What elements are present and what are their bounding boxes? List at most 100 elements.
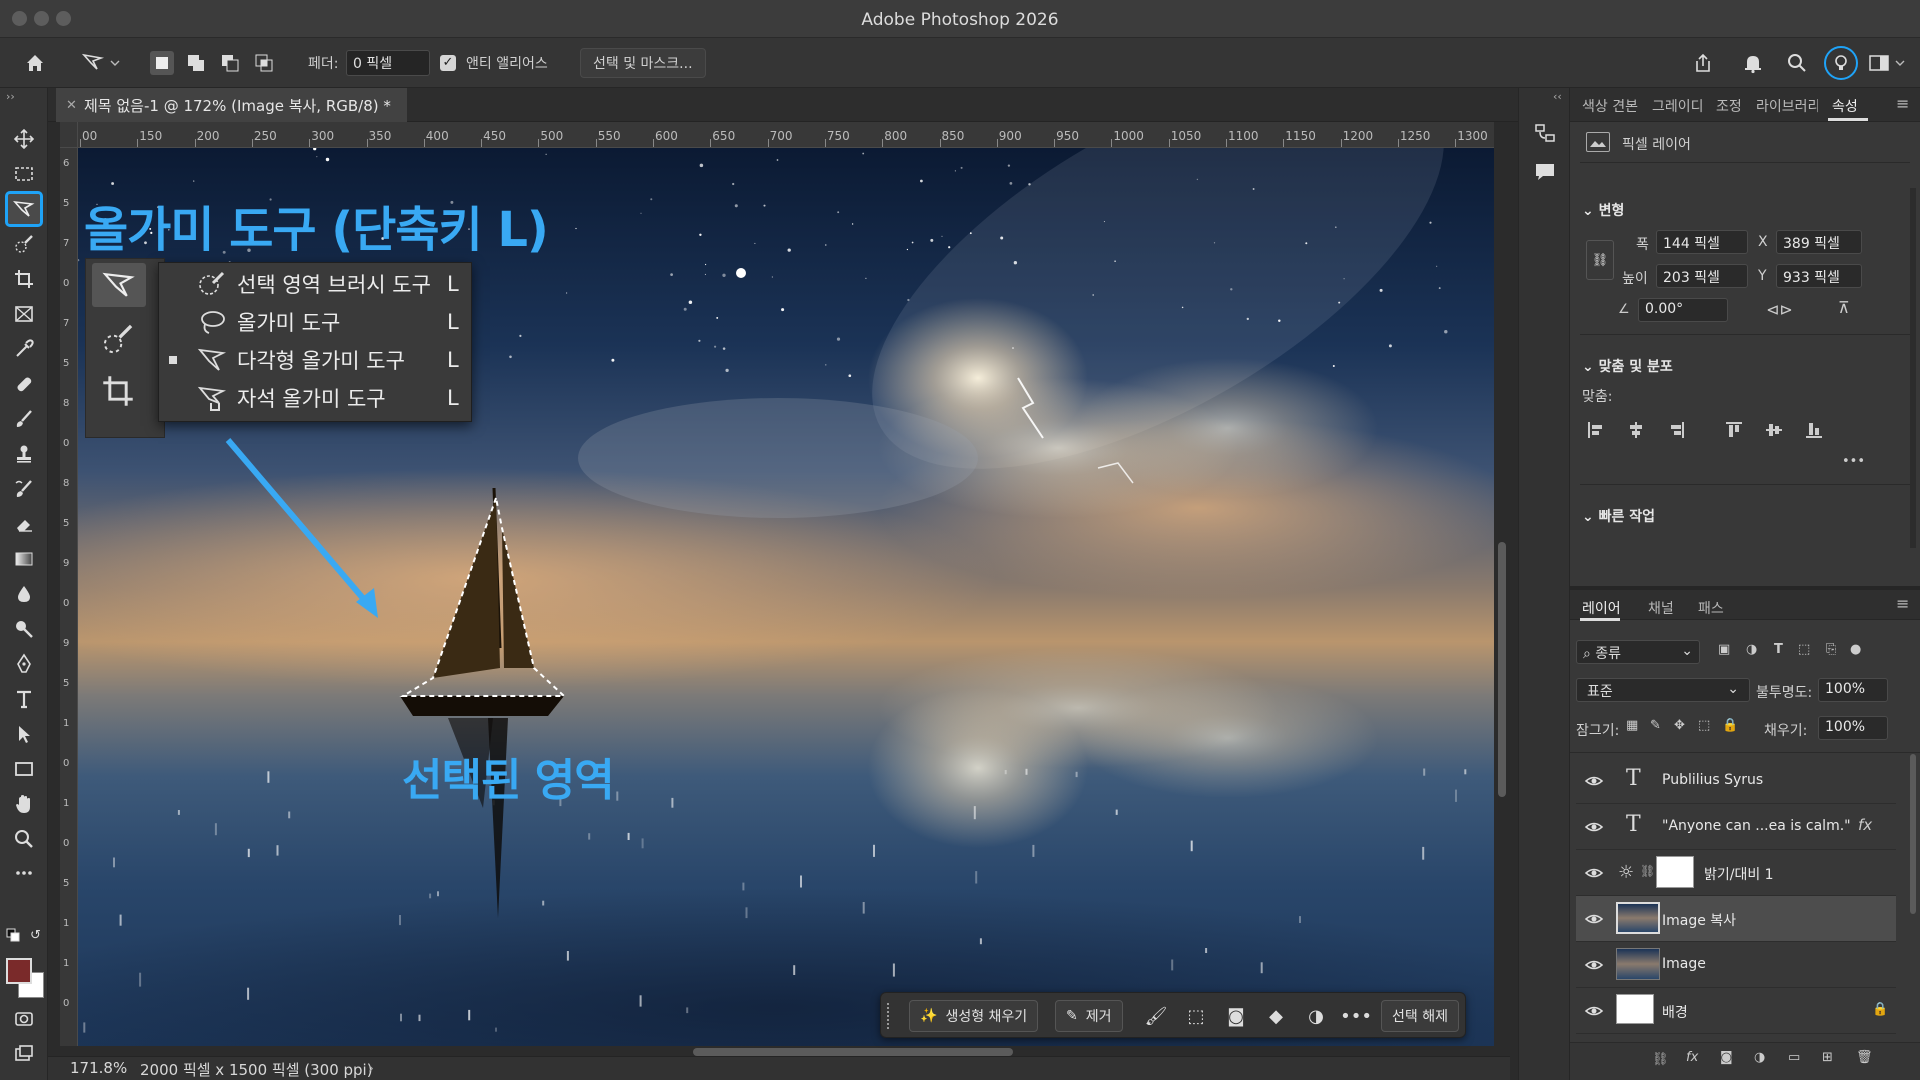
fill-selection-icon[interactable]: ◆ (1263, 1003, 1289, 1029)
marquee-tool-icon[interactable] (8, 159, 40, 189)
visibility-eye-icon[interactable] (1584, 955, 1604, 975)
pen-tool-icon[interactable] (8, 649, 40, 679)
gradient-tool-icon[interactable] (8, 544, 40, 574)
zoom-tool-icon[interactable] (8, 824, 40, 854)
tool-preset-picker[interactable] (80, 50, 122, 76)
flyout-item-selection-brush[interactable]: 선택 영역 브러시 도구 L (159, 265, 473, 303)
align-vertical-center-icon[interactable] (1766, 422, 1782, 438)
close-tab-icon[interactable]: ✕ (66, 98, 77, 113)
history-panel-icon[interactable] (1533, 122, 1557, 150)
crop-strip-icon[interactable] (100, 373, 136, 413)
align-distribute-section-header[interactable]: ⌄ 맞춤 및 분포 (1582, 356, 1673, 376)
lock-artboard-icon[interactable]: ⬚ (1698, 718, 1710, 733)
flyout-item-lasso[interactable]: 올가미 도구 L (159, 303, 473, 341)
panel-menu-icon[interactable]: ≡ (1896, 94, 1909, 113)
notifications-bell-icon[interactable] (1740, 50, 1766, 76)
comments-panel-icon[interactable] (1533, 160, 1557, 188)
filter-pixel-icon[interactable]: ▣ (1718, 642, 1730, 657)
taskbar-drag-handle[interactable] (887, 1003, 893, 1029)
lasso-tool-icon[interactable] (5, 191, 43, 227)
quick-selection-tool-icon[interactable] (8, 229, 40, 259)
antialias-checkbox[interactable]: ✓ (440, 55, 456, 71)
filter-smart-object-icon[interactable]: ⎘ (1826, 642, 1836, 657)
visibility-eye-icon[interactable] (1584, 909, 1604, 929)
generative-fill-button[interactable]: ✨ 생성형 채우기 (909, 1000, 1039, 1032)
add-mask-icon[interactable]: ◙ (1720, 1050, 1733, 1065)
move-tool-icon[interactable] (8, 124, 40, 154)
more-align-options-icon[interactable]: ••• (1842, 454, 1865, 469)
tab-gradients[interactable]: 그레이디 (1652, 96, 1704, 116)
align-top-icon[interactable] (1726, 422, 1742, 438)
type-tool-icon[interactable] (8, 684, 40, 714)
layers-scroll-thumb[interactable] (1910, 754, 1916, 914)
layer-row[interactable]: ☼ ⛓ 밝기/대비 1 (1576, 850, 1896, 896)
filter-toggle-icon[interactable]: ● (1850, 642, 1861, 657)
properties-scrollbar[interactable] (1910, 188, 1916, 548)
layers-panel-menu-icon[interactable]: ≡ (1896, 594, 1909, 613)
height-input[interactable]: 203 픽셀 (1656, 264, 1748, 288)
frame-tool-icon[interactable] (8, 299, 40, 329)
layer-filter-dropdown[interactable]: ⌕ 종류 ⌄ (1576, 640, 1700, 664)
adjustment-layer-icon[interactable]: ◑ (1303, 1003, 1329, 1029)
flip-vertical-icon[interactable]: ⊼ (1838, 298, 1850, 317)
quick-actions-section-header[interactable]: ⌄ 빠른 작업 (1582, 506, 1655, 526)
healing-brush-tool-icon[interactable] (8, 369, 40, 399)
visibility-eye-icon[interactable] (1584, 817, 1604, 837)
flyout-item-polygonal-lasso[interactable]: 다각형 올가미 도구 L (159, 341, 473, 379)
search-icon[interactable] (1784, 50, 1810, 76)
tab-libraries[interactable]: 라이브러리 (1756, 96, 1818, 116)
modify-selection-icon[interactable]: 🖌 (1143, 1003, 1169, 1029)
horizontal-scroll-thumb[interactable] (693, 1048, 1013, 1056)
intersect-selection-mode-button[interactable] (252, 51, 276, 75)
polygonal-lasso-strip-icon[interactable] (92, 263, 146, 307)
width-input[interactable]: 144 픽셀 (1656, 230, 1748, 254)
align-left-icon[interactable] (1588, 422, 1604, 438)
new-layer-icon[interactable]: ⊞ (1822, 1050, 1833, 1065)
new-adjustment-layer-icon[interactable]: ◑ (1754, 1050, 1765, 1065)
more-tools-icon[interactable] (8, 858, 40, 888)
tab-paths[interactable]: 패스 (1698, 598, 1724, 618)
align-horizontal-center-icon[interactable] (1628, 422, 1644, 438)
link-dimensions-icon[interactable]: ⛓ (1586, 240, 1614, 280)
layer-row[interactable]: Image 복사 (1576, 896, 1896, 942)
add-layer-style-icon[interactable]: fx (1686, 1050, 1698, 1065)
swap-colors-icon[interactable]: ↺ (30, 928, 44, 943)
fill-input[interactable]: 100% (1818, 716, 1888, 740)
crop-tool-icon[interactable] (8, 264, 40, 294)
screen-mode-icon[interactable] (8, 1038, 40, 1068)
document-tab[interactable]: ✕ 제목 없음-1 @ 172% (Image 복사, RGB/8) * (56, 88, 407, 122)
eyedropper-tool-icon[interactable] (8, 334, 40, 364)
transform-section-header[interactable]: ⌄ 변형 (1582, 200, 1624, 220)
new-selection-mode-button[interactable] (150, 51, 174, 75)
tab-channels[interactable]: 채널 (1648, 598, 1674, 618)
vertical-scroll-thumb[interactable] (1498, 542, 1506, 797)
x-input[interactable]: 389 픽셀 (1776, 230, 1862, 254)
remove-button[interactable]: ✎ 제거 (1055, 1000, 1123, 1032)
angle-input[interactable]: 0.00° (1638, 298, 1728, 322)
add-selection-mode-button[interactable] (184, 51, 208, 75)
flyout-item-magnetic-lasso[interactable]: 자석 올가미 도구 L (159, 379, 473, 417)
visibility-eye-icon[interactable] (1584, 1001, 1604, 1021)
lock-all-icon[interactable]: 🔒 (1722, 718, 1738, 733)
layer-effects-icon[interactable]: fx (1858, 816, 1872, 834)
tab-swatches[interactable]: 색상 견본 (1582, 96, 1638, 116)
opacity-input[interactable]: 100% (1818, 678, 1888, 702)
new-group-icon[interactable]: ▭ (1788, 1050, 1800, 1065)
horizontal-ruler[interactable]: 00 150 200 250 300 350 400 450 500 550 600 650 700 75… (78, 122, 1494, 148)
workspace-switcher-icon[interactable] (1866, 50, 1910, 76)
filter-shape-icon[interactable]: ⬚ (1798, 642, 1810, 657)
eraser-tool-icon[interactable] (8, 509, 40, 539)
blend-mode-dropdown[interactable]: 표준 ⌄ (1576, 678, 1750, 702)
tab-layers[interactable]: 레이어 (1582, 598, 1621, 618)
feather-input[interactable]: 0 픽셀 (346, 50, 430, 76)
select-and-mask-button[interactable]: 선택 및 마스크... (580, 48, 706, 78)
tab-adjustments[interactable]: 조정 (1716, 96, 1742, 116)
layer-row[interactable]: Image (1576, 942, 1896, 988)
history-brush-tool-icon[interactable] (8, 474, 40, 504)
y-input[interactable]: 933 픽셀 (1776, 264, 1862, 288)
collapse-panels-icon[interactable]: ‹‹ (1553, 90, 1562, 103)
visibility-eye-icon[interactable] (1584, 771, 1604, 791)
align-bottom-icon[interactable] (1806, 422, 1822, 438)
mask-from-selection-icon[interactable]: ◙ (1223, 1003, 1249, 1029)
delete-layer-icon[interactable]: 🗑 (1856, 1050, 1873, 1065)
